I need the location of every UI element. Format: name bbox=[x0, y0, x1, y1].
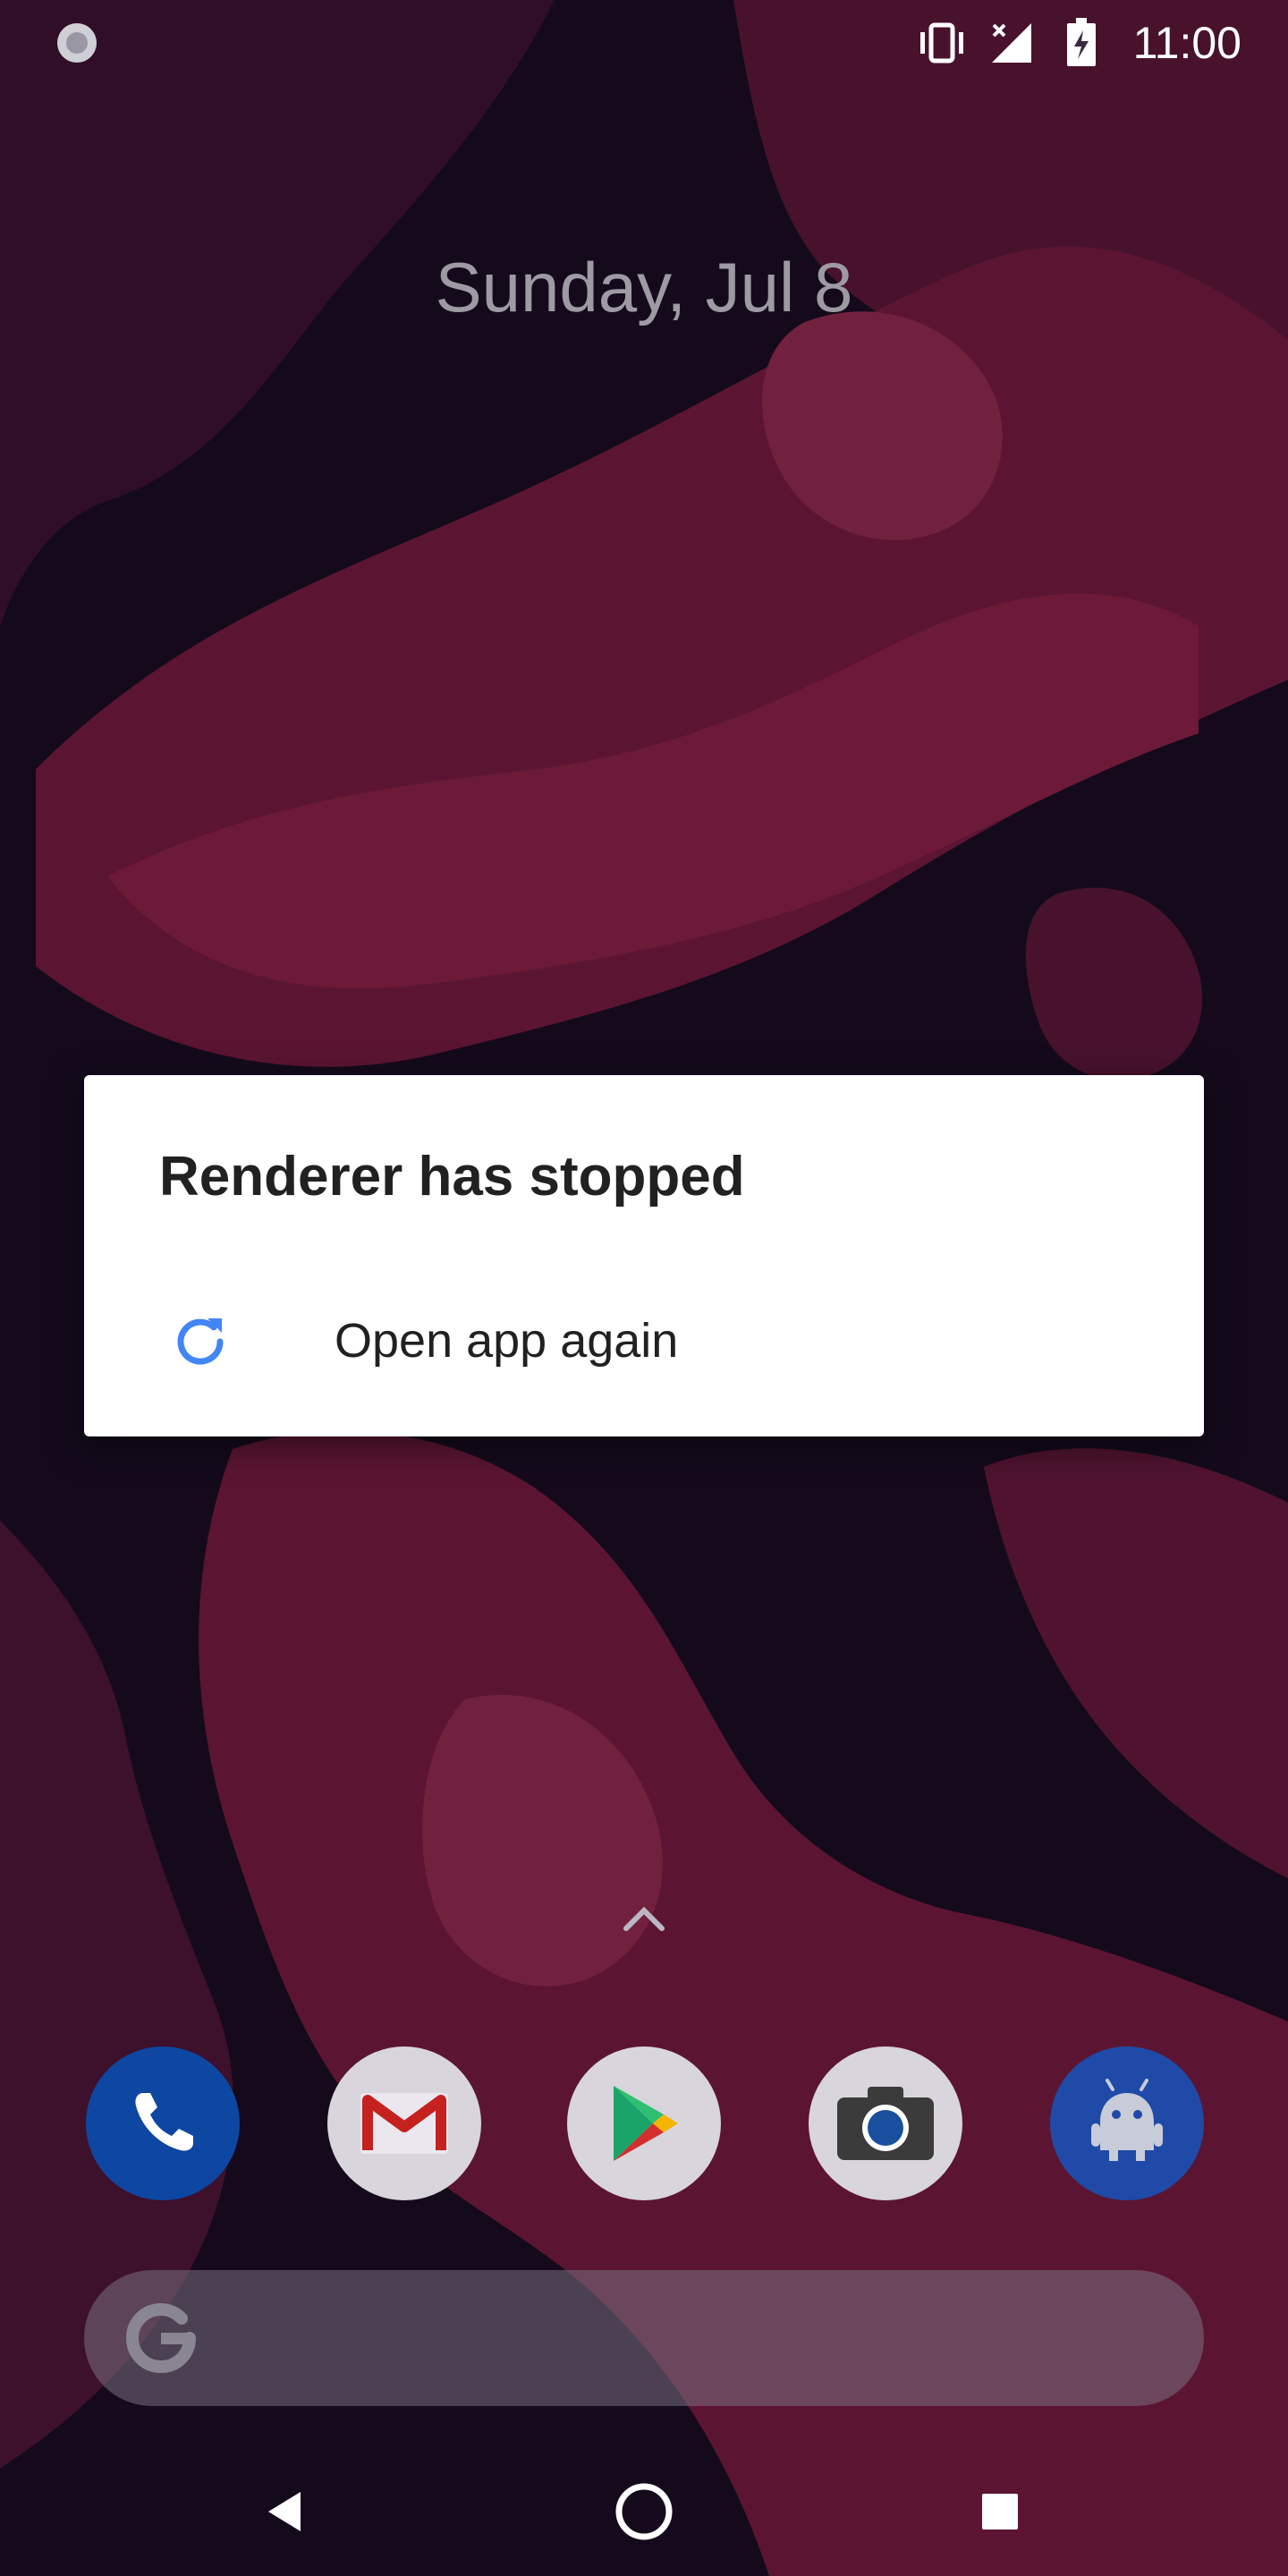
google-search-bar[interactable] bbox=[84, 2270, 1204, 2406]
sync-icon bbox=[54, 20, 100, 66]
status-time: 11:00 bbox=[1132, 18, 1241, 68]
phone-icon[interactable] bbox=[86, 2046, 240, 2200]
camera-icon[interactable] bbox=[809, 2046, 962, 2200]
app-drawer-arrow-icon[interactable] bbox=[617, 1900, 671, 1936]
android-app-icon[interactable] bbox=[1050, 2046, 1204, 2200]
lockscreen-date: Sunday, Jul 8 bbox=[435, 248, 853, 326]
dialog-title: Renderer has stopped bbox=[159, 1146, 745, 1208]
navigation-bar bbox=[0, 2447, 1288, 2576]
back-icon[interactable] bbox=[249, 2474, 324, 2549]
status-bar: 11:00 bbox=[0, 0, 1288, 86]
app-crash-dialog: Renderer has stopped Open app again bbox=[84, 1075, 1204, 1436]
home-icon[interactable] bbox=[606, 2474, 682, 2549]
refresh-icon bbox=[166, 1308, 234, 1376]
vibrate-icon bbox=[915, 16, 969, 70]
gmail-icon[interactable] bbox=[327, 2046, 481, 2200]
play-store-icon[interactable] bbox=[567, 2046, 721, 2200]
open-app-again-label: Open app again bbox=[335, 1314, 679, 1368]
battery-charging-icon bbox=[1055, 16, 1108, 70]
open-app-again-button[interactable]: Open app again bbox=[84, 1272, 1204, 1411]
signal-icon bbox=[985, 16, 1038, 70]
recents-icon[interactable] bbox=[962, 2474, 1038, 2549]
google-g-icon bbox=[120, 2297, 202, 2379]
